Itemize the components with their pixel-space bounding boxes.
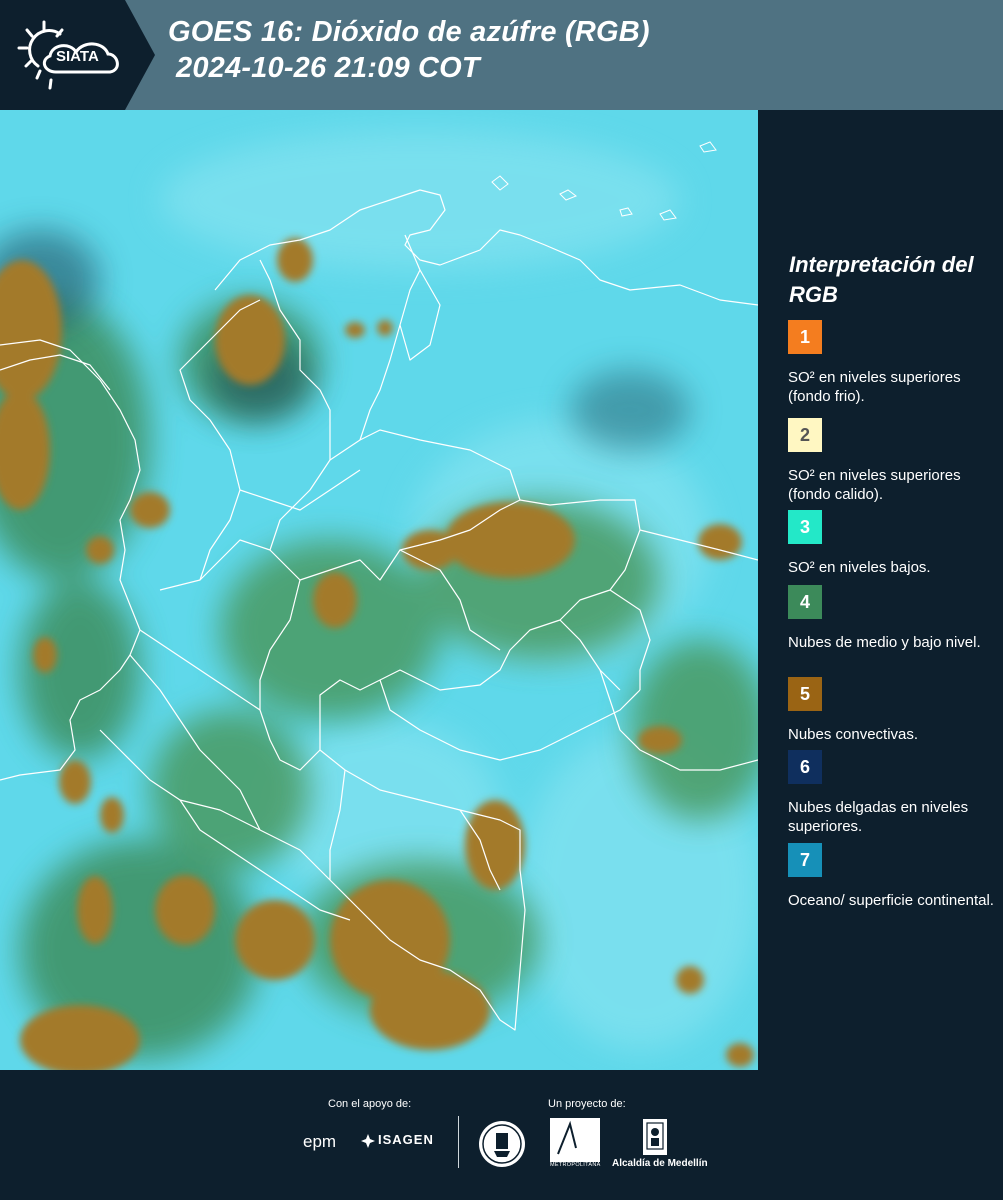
legend-item-3: 3 SO² en niveles bajos.: [788, 510, 998, 577]
isagen-icon: [361, 1134, 375, 1148]
support-label: Con el apoyo de:: [328, 1098, 412, 1110]
footer-divider: [458, 1116, 459, 1168]
legend-item-6: 6 Nubes delgadas en niveles superiores.: [788, 750, 998, 836]
legend-desc: SO² en niveles bajos.: [788, 559, 931, 576]
legend-swatch: 3: [788, 510, 822, 544]
legend-swatch: 1: [788, 320, 822, 354]
satellite-image: [0, 110, 758, 1070]
siata-logo-text: SIATA: [56, 48, 99, 65]
legend-desc: Oceano/ superficie continental.: [788, 892, 994, 909]
legend-title: Interpretación del RGB: [789, 252, 974, 307]
header-bar: SIATA GOES 16: Dióxido de azúfre (RGB) 2…: [0, 0, 1003, 110]
satellite-map: [0, 110, 758, 1070]
area-metropolitana-logo: [550, 1118, 600, 1162]
area-subtext: METROPOLITANA: [550, 1162, 601, 1168]
legend-item-2: 2 SO² en niveles superiores (fondo calid…: [788, 418, 998, 504]
alcaldia-label: Alcaldía de Medellín: [612, 1158, 708, 1169]
siata-logo-panel: SIATA: [0, 0, 155, 110]
medellin-seal-icon: [479, 1121, 525, 1167]
title-line-2: 2024-10-26 21:09 COT: [176, 52, 480, 84]
legend-desc: Nubes delgadas en niveles superiores.: [788, 799, 969, 835]
legend-item-7: 7 Oceano/ superficie continental.: [788, 843, 998, 910]
isagen-logo: ISAGEN: [378, 1132, 434, 1147]
epm-logo: epm: [303, 1132, 337, 1151]
legend-item-5: 5 Nubes convectivas.: [788, 677, 998, 744]
legend-desc: SO² en niveles superiores (fondo calido)…: [788, 467, 961, 503]
legend-panel: Interpretación del RGB 1 SO² en niveles …: [760, 110, 1003, 1070]
legend-swatch: 5: [788, 677, 822, 711]
title-line-1: GOES 16: Dióxido de azúfre (RGB): [168, 16, 650, 48]
legend-item-4: 4 Nubes de medio y bajo nivel.: [788, 585, 998, 652]
legend-desc: Nubes de medio y bajo nivel.: [788, 634, 981, 651]
legend-desc: SO² en niveles superiores (fondo frio).: [788, 369, 961, 405]
legend-swatch: 6: [788, 750, 822, 784]
legend-swatch: 7: [788, 843, 822, 877]
legend-desc: Nubes convectivas.: [788, 726, 919, 743]
legend-item-1: 1 SO² en niveles superiores (fondo frio)…: [788, 320, 998, 406]
alcaldia-logo-icon: [643, 1119, 667, 1155]
legend-swatch: 2: [788, 418, 822, 452]
page-title: GOES 16: Dióxido de azúfre (RGB) 2024-10…: [168, 14, 650, 86]
footer: Con el apoyo de: Un proyecto de: epm ISA…: [0, 1070, 1003, 1200]
legend-swatch: 4: [788, 585, 822, 619]
project-label: Un proyecto de:: [548, 1098, 626, 1110]
